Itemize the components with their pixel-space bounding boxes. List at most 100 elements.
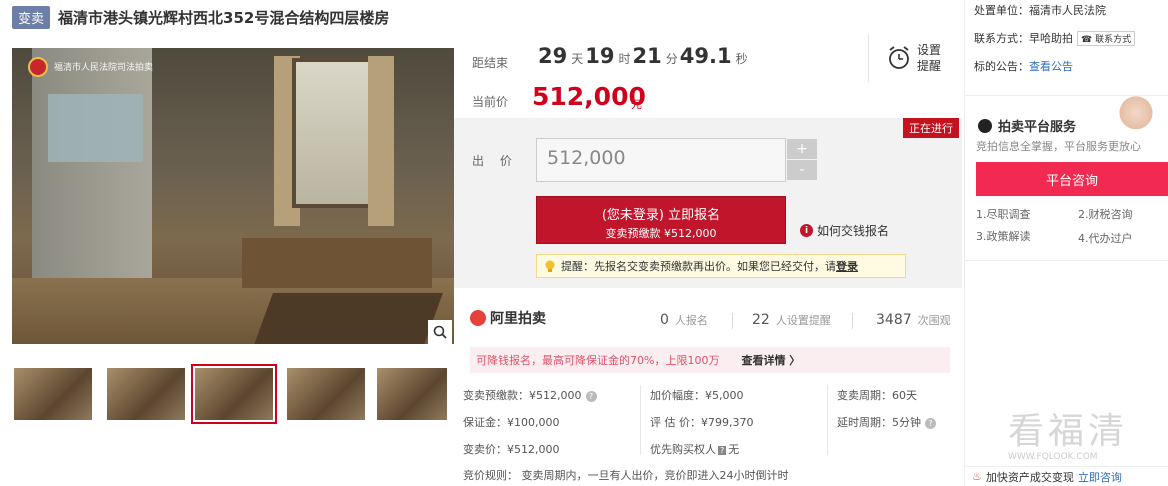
tip-text: 提醒：先报名交变卖预缴款再出价。如果您已经交付，请 — [561, 260, 836, 273]
zoom-icon[interactable] — [428, 320, 452, 344]
service-title-text: 拍卖平台服务 — [998, 120, 1077, 135]
deposit-pre: 变卖预缴款：¥512,000? — [463, 387, 597, 403]
reminder-line2: 提醒 — [917, 59, 942, 73]
stat-reminders: 22 人设置提醒 — [752, 312, 831, 328]
thumbnail[interactable] — [377, 368, 447, 420]
bed — [242, 238, 432, 288]
priority-buyer: 优先购买权人? 无 — [650, 441, 739, 457]
reminder-line1: 设置 — [917, 43, 942, 57]
guarantee: 保证金：¥100,000 — [463, 416, 560, 429]
thumbnail[interactable] — [287, 368, 365, 420]
notice-text: 可降钱报名，最高可降保证金的70%，上限100万 — [476, 354, 720, 367]
alarm-clock-icon — [889, 46, 909, 69]
increase-bid-button[interactable]: + — [787, 139, 817, 159]
consult-now-link[interactable]: 立即咨询 — [1078, 469, 1122, 485]
increment: 加价幅度：¥5,000 — [650, 389, 744, 402]
service-item[interactable]: 1.尽职调查 — [976, 206, 1031, 222]
platform-consult-button[interactable]: 平台咨询 — [976, 162, 1168, 196]
title-row: 变卖 福清市港头镇光辉村西北352号混合结构四层楼房 — [12, 5, 389, 29]
decrease-bid-button[interactable]: - — [787, 160, 817, 180]
set-reminder-button[interactable]: 设置 提醒 — [868, 34, 948, 82]
bid-amount-input[interactable]: 512,000 — [536, 138, 786, 182]
announcement-label: 标的公告： — [974, 60, 1029, 73]
current-price: 512,000 — [532, 82, 646, 111]
countdown-seconds: 49.1 — [679, 44, 732, 68]
reminders-label: 人设置提醒 — [775, 314, 831, 327]
login-link[interactable]: 登录 — [836, 258, 858, 274]
deposit-pre-text: 变卖预缴款：¥512,000 — [463, 389, 582, 402]
reminders-count: 22 — [752, 312, 770, 328]
notice-details-link[interactable]: 查看详情 〉 — [741, 352, 800, 368]
sale-price: 变卖价：¥512,000 — [463, 443, 560, 456]
signup-line1: (您未登录) 立即报名 — [601, 208, 721, 223]
countdown-label: 距结束 — [472, 56, 509, 70]
contact: 联系方式：早哈助拍 ☎ 联系方式 — [974, 30, 1136, 46]
status-badge: 正在进行 — [903, 118, 959, 138]
minutes-unit: 分 — [665, 52, 678, 66]
service-item[interactable]: 3.政策解读 — [976, 228, 1031, 244]
ali-auction-logo: 阿里拍卖 — [470, 308, 546, 328]
period: 变卖周期：60天 — [837, 389, 917, 402]
page-title: 福清市港头镇光辉村西北352号混合结构四层楼房 — [58, 8, 390, 27]
site-watermark-url: WWW.FQLOOK.COM — [1008, 452, 1098, 462]
countdown: 29 天 19 时 21 分 49.1 秒 — [536, 44, 748, 68]
bid-label: 出 价 — [472, 154, 518, 168]
stat-views: 3487 次围观 — [876, 312, 951, 328]
deposit-notice: 可降钱报名，最高可降保证金的70%，上限100万 查看详情 〉 — [470, 347, 950, 373]
estimate: 评 估 价：¥799,370 — [650, 416, 754, 429]
help-icon[interactable]: ? — [585, 390, 597, 402]
delay-text: 延时周期：5分钟 — [837, 416, 921, 429]
divider — [640, 385, 641, 455]
service-subtitle: 竞拍信息全掌握，平台服务更放心 — [976, 140, 1141, 153]
service-item[interactable]: 2.财税咨询 — [1078, 206, 1133, 222]
desk — [251, 293, 443, 344]
signups-count: 0 — [660, 312, 669, 328]
divider — [732, 313, 733, 329]
current-price-label: 当前价 — [472, 95, 509, 109]
signup-line2: 变卖预缴款 ¥512,000 — [605, 227, 717, 240]
bottom-text: 加快资产成交变现 — [985, 470, 1074, 484]
bottom-bar: ♨ 加快资产成交变现 立即咨询 — [964, 466, 1168, 486]
service-title: 拍卖平台服务 — [978, 116, 1076, 135]
disposal-unit: 处置单位：福清市人民法院 — [974, 2, 1106, 18]
unit-value: 福清市人民法院 — [1029, 4, 1106, 17]
bid-rules: 竞价规则： 变卖周期内，一旦有人出价，竞价即进入24小时倒计时 — [463, 469, 789, 482]
thumbnail[interactable] — [14, 368, 92, 420]
service-item[interactable]: 4.代办过户 — [1078, 230, 1133, 246]
priority-value: 无 — [728, 443, 740, 456]
wall-map — [48, 94, 143, 162]
photo-watermark: 福清市人民法院司法拍卖 — [54, 63, 154, 73]
days-unit: 天 — [571, 52, 584, 66]
howto-label: 如何交钱报名 — [817, 224, 890, 238]
ali-auction-name: 阿里拍卖 — [490, 311, 546, 327]
thumbnail-selected[interactable] — [191, 364, 277, 424]
court-emblem-icon — [28, 57, 48, 77]
sale-type-tag: 变卖 — [12, 5, 51, 29]
service-logo-icon — [978, 118, 992, 133]
stat-signups: 0 人报名 — [660, 312, 708, 328]
countdown-minutes: 21 — [632, 44, 662, 68]
signup-button[interactable]: (您未登录) 立即报名 变卖预缴款 ¥512,000 — [536, 196, 786, 244]
info-icon: i — [800, 224, 813, 237]
main-photo[interactable] — [12, 48, 454, 344]
window — [292, 58, 372, 208]
thumbnail[interactable] — [107, 368, 185, 420]
contact-value: 早哈助拍 — [1029, 32, 1073, 45]
site-watermark: 看福清 — [1008, 411, 1129, 452]
views-count: 3487 — [876, 312, 912, 328]
lightbulb-icon — [545, 260, 555, 272]
help-icon[interactable]: ? — [925, 417, 936, 429]
priority-badge: ? — [718, 446, 727, 455]
priority-label: 优先购买权人 — [650, 443, 716, 456]
announcement: 标的公告：查看公告 — [974, 58, 1073, 74]
hours-unit: 时 — [618, 52, 631, 66]
countdown-hours: 19 — [585, 44, 615, 68]
bottom-icon: ♨ — [972, 470, 982, 483]
howto-pay-link[interactable]: i 如何交钱报名 — [800, 222, 889, 239]
signups-label: 人报名 — [674, 314, 708, 327]
divider — [852, 313, 853, 329]
seconds-unit: 秒 — [735, 52, 748, 66]
contact-button-label: 联系方式 — [1095, 35, 1132, 45]
view-announcement-link[interactable]: 查看公告 — [1029, 60, 1073, 73]
contact-button[interactable]: ☎ 联系方式 — [1077, 31, 1136, 46]
